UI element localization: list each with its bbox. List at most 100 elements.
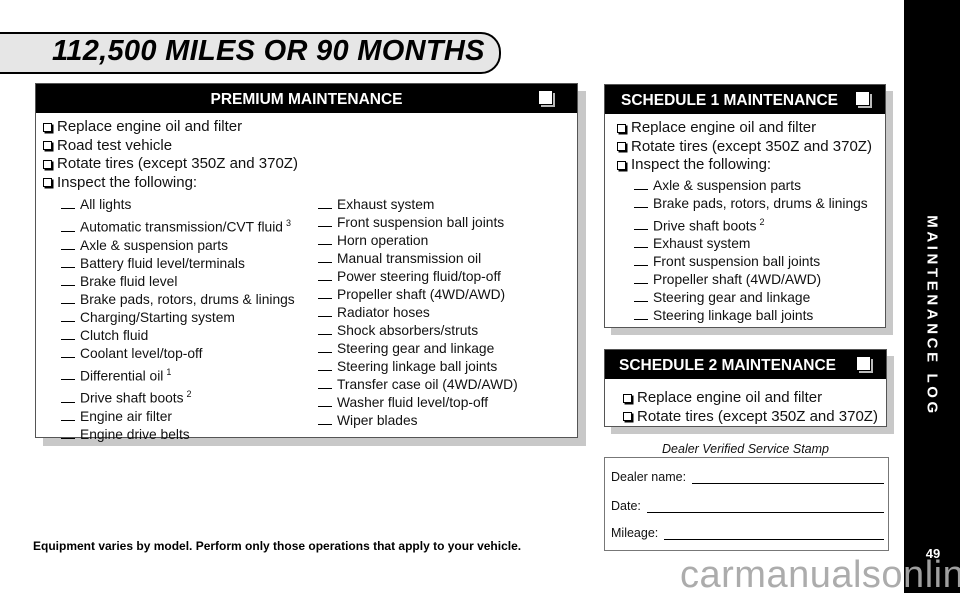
check-blank[interactable] (61, 411, 75, 421)
checkbox-icon[interactable] (617, 123, 626, 133)
inspect-item[interactable]: Horn operation (318, 232, 577, 250)
checkbox-icon[interactable] (623, 393, 632, 403)
checkbox-icon[interactable] (617, 142, 626, 152)
inspect-item[interactable]: Front suspension ball joints (318, 214, 577, 232)
inspect-item[interactable]: Steering gear and linkage (634, 289, 885, 307)
inspect-item[interactable]: Transfer case oil (4WD/AWD) (318, 376, 577, 394)
check-blank[interactable] (318, 379, 332, 389)
inspect-item[interactable]: Axle & suspension parts (634, 177, 885, 195)
inspect-item[interactable]: Engine drive belts (61, 426, 318, 444)
check-blank[interactable] (318, 271, 332, 281)
inspect-item[interactable]: Propeller shaft (4WD/AWD) (634, 271, 885, 289)
date-field[interactable]: Date: (611, 499, 884, 513)
inspect-item[interactable]: Radiator hoses (318, 304, 577, 322)
check-blank[interactable] (61, 429, 75, 439)
check-blank[interactable] (61, 330, 75, 340)
check-blank[interactable] (61, 258, 75, 268)
inspect-item[interactable]: Propeller shaft (4WD/AWD) (318, 286, 577, 304)
check-blank[interactable] (318, 325, 332, 335)
checkbox-icon[interactable] (43, 122, 52, 132)
inspect-item[interactable]: Shock absorbers/struts (318, 322, 577, 340)
inspect-item[interactable]: Engine air filter (61, 408, 318, 426)
check-blank[interactable] (61, 348, 75, 358)
inspect-item-label: Steering gear and linkage (337, 341, 495, 356)
task-item[interactable]: Replace engine oil and filter (617, 119, 885, 138)
check-blank[interactable] (61, 276, 75, 286)
check-blank[interactable] (318, 253, 332, 263)
task-item[interactable]: Inspect the following: (43, 174, 577, 193)
inspect-item[interactable]: Coolant level/top-off (61, 345, 318, 363)
inspect-item-label: Axle & suspension parts (653, 177, 802, 193)
task-item[interactable]: Replace engine oil and filter (623, 389, 886, 408)
check-blank[interactable] (318, 217, 332, 227)
check-blank[interactable] (318, 307, 332, 317)
checkbox-icon[interactable] (43, 141, 52, 151)
inspect-item[interactable]: Axle & suspension parts (61, 237, 318, 255)
premium-checkbox[interactable] (539, 91, 555, 107)
schedule1-checkbox[interactable] (856, 92, 872, 108)
check-blank[interactable] (634, 292, 648, 303)
mileage-input[interactable] (664, 526, 884, 540)
check-blank[interactable] (61, 294, 75, 304)
inspect-item[interactable]: Power steering fluid/top-off (318, 268, 577, 286)
check-blank[interactable] (61, 222, 75, 232)
check-blank[interactable] (318, 415, 332, 425)
check-blank[interactable] (634, 198, 648, 208)
inspect-item[interactable]: Steering linkage ball joints (318, 358, 577, 376)
inspect-item[interactable]: All lights (61, 196, 318, 214)
inspect-item[interactable]: Battery fluid level/terminals (61, 255, 318, 273)
check-blank[interactable] (634, 274, 648, 285)
inspect-item[interactable]: Manual transmission oil (318, 250, 577, 268)
check-blank[interactable] (634, 256, 648, 267)
schedule2-checkbox[interactable] (857, 357, 873, 373)
check-blank[interactable] (61, 240, 75, 250)
checkbox-icon[interactable] (623, 412, 632, 422)
task-item[interactable]: Rotate tires (except 350Z and 370Z) (617, 138, 885, 157)
inspect-item[interactable]: Exhaust system (318, 196, 577, 214)
task-item[interactable]: Inspect the following: (617, 156, 885, 175)
task-item[interactable]: Rotate tires (except 350Z and 370Z) (43, 155, 577, 174)
checkbox-icon[interactable] (617, 160, 626, 170)
inspect-item[interactable]: Steering linkage ball joints (634, 307, 885, 325)
inspect-item-label: Power steering fluid/top-off (337, 269, 501, 284)
check-blank[interactable] (318, 397, 332, 407)
task-item[interactable]: Rotate tires (except 350Z and 370Z) (623, 408, 886, 427)
inspect-item[interactable]: Brake fluid level (61, 273, 318, 291)
check-blank[interactable] (634, 310, 648, 321)
check-blank[interactable] (61, 312, 75, 322)
check-blank[interactable] (634, 238, 648, 249)
task-item[interactable]: Road test vehicle (43, 137, 577, 156)
inspect-item[interactable]: Washer fluid level/top-off (318, 394, 577, 412)
inspect-item[interactable]: Automatic transmission/CVT fluid 3 (61, 214, 318, 237)
inspect-item[interactable]: Drive shaft boots 2 (61, 385, 318, 408)
inspect-item[interactable]: Front suspension ball joints (634, 253, 885, 271)
check-blank[interactable] (318, 235, 332, 245)
inspect-item[interactable]: Differential oil 1 (61, 363, 318, 386)
schedule1-inspect-list: Axle & suspension parts Brake pads, rotor… (605, 175, 885, 326)
dealer-name-field[interactable]: Dealer name: (611, 470, 884, 484)
dealer-name-input[interactable] (692, 470, 884, 484)
inspect-item[interactable]: Steering gear and linkage (318, 340, 577, 358)
inspect-item[interactable]: Brake pads, rotors, drums & linings (634, 195, 885, 213)
check-blank[interactable] (634, 220, 648, 231)
task-item[interactable]: Replace engine oil and filter (43, 118, 577, 137)
inspect-item[interactable]: Charging/Starting system (61, 309, 318, 327)
inspect-item[interactable]: Wiper blades (318, 412, 577, 430)
check-blank[interactable] (318, 343, 332, 353)
check-blank[interactable] (61, 393, 75, 403)
inspect-item[interactable]: Brake pads, rotors, drums & linings (61, 291, 318, 309)
inspect-item[interactable]: Exhaust system (634, 235, 885, 253)
check-blank[interactable] (318, 361, 332, 371)
mileage-field[interactable]: Mileage: (611, 526, 884, 540)
date-input[interactable] (646, 499, 884, 513)
check-blank[interactable] (318, 289, 332, 299)
check-blank[interactable] (61, 199, 75, 209)
check-blank[interactable] (61, 370, 75, 381)
checkbox-icon[interactable] (43, 159, 52, 169)
inspect-item-label: Differential oil (80, 368, 164, 384)
checkbox-icon[interactable] (43, 178, 52, 188)
check-blank[interactable] (634, 180, 648, 190)
inspect-item[interactable]: Clutch fluid (61, 327, 318, 345)
check-blank[interactable] (318, 199, 332, 209)
inspect-item[interactable]: Drive shaft boots 2 (634, 213, 885, 236)
